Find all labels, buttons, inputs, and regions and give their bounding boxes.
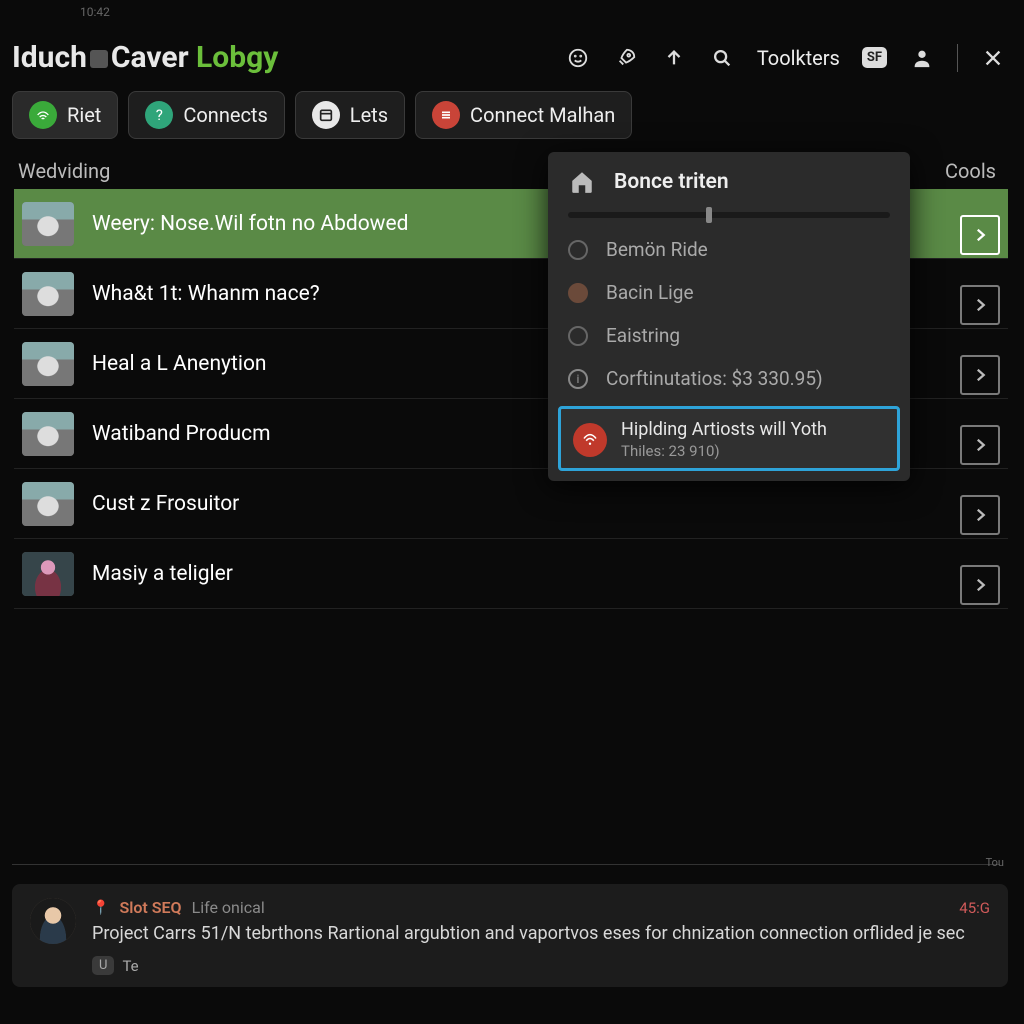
- brand-glyph-icon: [90, 50, 108, 68]
- panel-option[interactable]: Bacin Lige: [548, 271, 910, 314]
- car-thumb-icon: [22, 272, 74, 316]
- car-thumb-icon: [22, 342, 74, 386]
- tab-label: Connects: [183, 103, 267, 127]
- tab-lets[interactable]: Lets: [295, 91, 405, 139]
- upload-icon[interactable]: [661, 45, 687, 71]
- radio-checked-icon: [568, 283, 588, 303]
- option-label: Corftinutatios: $3 330.95): [606, 367, 823, 390]
- highlight-title: Hiplding Artiosts will Yoth: [621, 419, 827, 442]
- app-title: Iduch Caver Lobgy: [12, 40, 278, 75]
- tab-label: Connect Malhan: [470, 103, 615, 127]
- kbd-hint: U: [92, 956, 114, 975]
- row-action-column: [960, 215, 1000, 605]
- toolkters-label[interactable]: Toolkters: [757, 46, 840, 70]
- col-right: Cools: [945, 159, 996, 183]
- row-title: Weery: Nose.Wil fotn no Abdowed: [92, 212, 408, 236]
- chat-username[interactable]: Slot SEQ: [119, 898, 181, 917]
- enter-row-button[interactable]: [960, 355, 1000, 395]
- sf-badge[interactable]: SF: [862, 47, 887, 68]
- footer-divider: [12, 864, 1000, 865]
- col-left: Wedviding: [18, 159, 110, 183]
- enter-row-button[interactable]: [960, 285, 1000, 325]
- panel-option[interactable]: i Corftinutatios: $3 330.95): [548, 357, 910, 400]
- home-icon[interactable]: [568, 168, 596, 196]
- calendar-icon: [312, 101, 340, 129]
- user-icon[interactable]: [909, 45, 935, 71]
- row-title: Wha&t 1t: Whanm nace?: [92, 282, 320, 306]
- help-icon: ?: [145, 101, 173, 129]
- tab-riet[interactable]: Riet: [12, 91, 118, 139]
- enter-row-button[interactable]: [960, 215, 1000, 255]
- chat-meta: Life onical: [192, 898, 265, 917]
- divider: [957, 44, 958, 72]
- enter-row-button[interactable]: [960, 495, 1000, 535]
- enter-row-button[interactable]: [960, 425, 1000, 465]
- panel-highlight[interactable]: Hiplding Artiosts will Yoth Thiles: 23 9…: [558, 406, 900, 471]
- option-label: Eaistring: [606, 324, 680, 347]
- panel-slider[interactable]: [568, 212, 890, 218]
- rocket-icon[interactable]: [613, 45, 639, 71]
- header-actions: Toolkters SF: [565, 44, 1006, 72]
- menu-icon: [432, 101, 460, 129]
- row-title: Cust z Frosuitor: [92, 492, 239, 516]
- status-bar-time: 10:42: [80, 5, 110, 19]
- list-item[interactable]: Masiy a teligler: [14, 539, 1008, 609]
- panel-option[interactable]: Bemön Ride: [548, 228, 910, 271]
- person-thumb-icon: [22, 552, 74, 596]
- chat-text: Project Carrs 51/N tebrthons Rartional a…: [92, 921, 990, 946]
- tab-label: Riet: [67, 103, 101, 127]
- car-thumb-icon: [22, 412, 74, 456]
- highlight-subtitle: Thiles: 23 910): [621, 442, 827, 461]
- search-icon[interactable]: [709, 45, 735, 71]
- info-icon: i: [568, 369, 588, 389]
- radio-unchecked-icon: [568, 240, 588, 260]
- panel-title: Bonce triten: [614, 170, 729, 194]
- close-icon[interactable]: [980, 45, 1006, 71]
- avatar[interactable]: [30, 898, 76, 944]
- tab-connects[interactable]: ? Connects: [128, 91, 284, 139]
- brand-secondary: Caver: [111, 40, 189, 75]
- tab-label: Lets: [350, 103, 388, 127]
- filter-panel: Bonce triten Bemön Ride Bacin Lige Eaist…: [548, 152, 910, 481]
- slider-knob[interactable]: [706, 207, 712, 223]
- panel-option[interactable]: Eaistring: [548, 314, 910, 357]
- brand-primary: Iduch: [12, 40, 87, 75]
- option-label: Bacin Lige: [606, 281, 694, 304]
- radio-unchecked-icon: [568, 326, 588, 346]
- tab-connect-malhan[interactable]: Connect Malhan: [415, 91, 632, 139]
- lobby-label: Lobgy: [196, 40, 278, 75]
- enter-row-button[interactable]: [960, 565, 1000, 605]
- signal-icon: [29, 101, 57, 129]
- car-thumb-icon: [22, 202, 74, 246]
- app-header: Iduch Caver Lobgy Toolkters SF: [0, 0, 1024, 85]
- smile-icon[interactable]: [565, 45, 591, 71]
- row-title: Watiband Producm: [92, 422, 271, 446]
- pin-icon: 📍: [92, 900, 109, 916]
- car-thumb-icon: [22, 482, 74, 526]
- row-title: Masiy a teligler: [92, 562, 233, 586]
- chat-timestamp: 45:G: [959, 899, 990, 917]
- row-title: Heal a L Anenytion: [92, 352, 267, 376]
- alert-icon: [573, 423, 607, 457]
- chat-message: 📍 Slot SEQ Life onical 45:G Project Carr…: [12, 884, 1008, 987]
- chat-foot-label: Te: [122, 957, 138, 975]
- tab-bar: Riet ? Connects Lets Connect Malhan: [0, 85, 1024, 151]
- option-label: Bemön Ride: [606, 238, 708, 261]
